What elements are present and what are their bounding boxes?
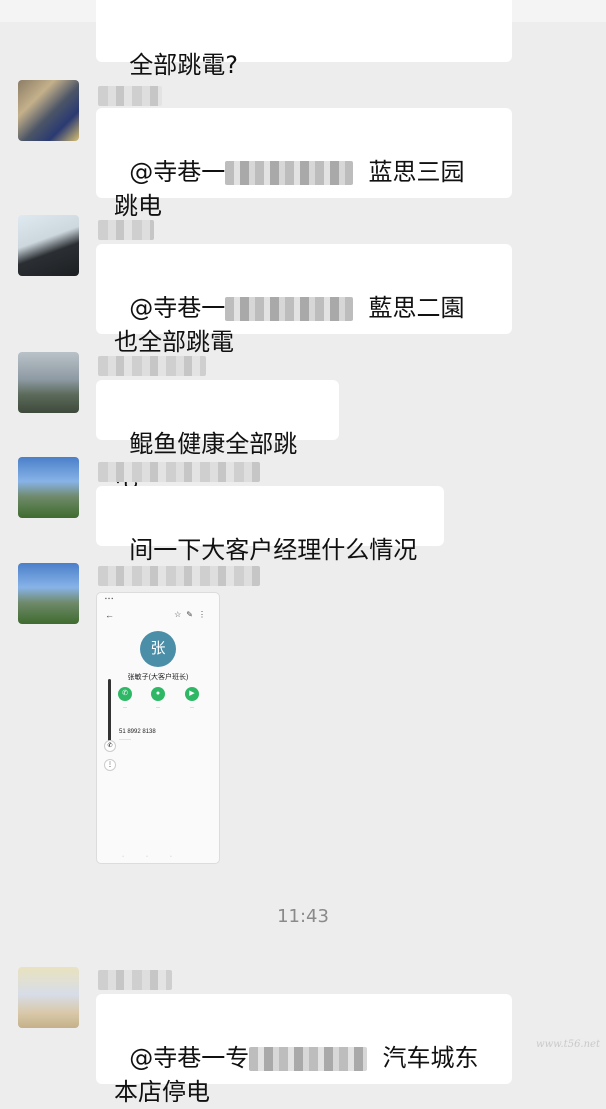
avatar[interactable] (18, 215, 79, 276)
redacted-text (225, 161, 354, 185)
back-arrow-icon: ← (105, 610, 114, 620)
action-label: — (123, 704, 127, 709)
redacted-text (249, 1047, 368, 1071)
contact-number: 51 8992 8138 (119, 729, 156, 735)
message-bubble[interactable]: @寺巷一 蓝思三园 跳电 (96, 108, 512, 220)
message-icon: ● (151, 687, 165, 701)
mention-text: @寺巷一 (129, 158, 226, 186)
phone-icon: ✆ (104, 740, 116, 752)
message-text: 间一下大客户经理什么情况 (129, 536, 418, 564)
avatar[interactable] (18, 457, 79, 518)
number-sub: ——— (119, 736, 131, 741)
action-label: — (190, 704, 194, 709)
message-bubble[interactable]: 间一下大客户经理什么情况 (96, 486, 444, 564)
sender-name-blurred (98, 356, 206, 376)
mention-text: @寺巷一专 (129, 1044, 250, 1072)
scroll-indicator (108, 679, 111, 743)
message-text: 鲲鱼健康全部跳电 (114, 430, 298, 492)
contact-avatar: 张 (140, 631, 176, 667)
message-bubble[interactable]: @寺巷一专 汽车城东 本店停电 (96, 994, 512, 1106)
star-edit-more-icons: ☆✎⋮ (174, 610, 211, 619)
avatar[interactable] (18, 80, 79, 141)
mention-text: @寺巷一 (129, 294, 226, 322)
message-bubble[interactable]: @寺巷一 藍思二園 也全部跳電 (96, 244, 512, 356)
message-bubble[interactable]: 鲲鱼健康全部跳电 (96, 380, 339, 492)
contact-name: 张敏子(大客户班长) (127, 674, 189, 681)
sender-name-blurred (98, 86, 162, 106)
more-icon: ⋮ (104, 759, 116, 771)
sender-name-blurred (98, 220, 154, 240)
image-message-contact-screenshot[interactable]: ▪ ▪ ▪ ← ☆✎⋮ 张 张敏子(大客户班长) ✆ ● ▶ — — — 51 … (96, 592, 220, 864)
sender-name-blurred (98, 566, 260, 586)
redacted-text (225, 297, 354, 321)
nav-bar-icons: ▫▫▫ (122, 854, 194, 860)
message-text: 全部跳電? (129, 51, 239, 79)
call-icon: ✆ (118, 687, 132, 701)
avatar[interactable] (18, 352, 79, 413)
sender-name-blurred (98, 462, 260, 482)
status-bar: ▪ ▪ ▪ (105, 596, 114, 602)
avatar[interactable] (18, 563, 79, 624)
action-label: — (156, 704, 160, 709)
video-icon: ▶ (185, 687, 199, 701)
avatar[interactable] (18, 967, 79, 1028)
sender-name-blurred (98, 970, 172, 990)
watermark: www.t56.net (536, 1039, 600, 1050)
message-bubble[interactable]: 全部跳電? (96, 0, 512, 79)
timestamp: 11:43 (277, 906, 329, 927)
